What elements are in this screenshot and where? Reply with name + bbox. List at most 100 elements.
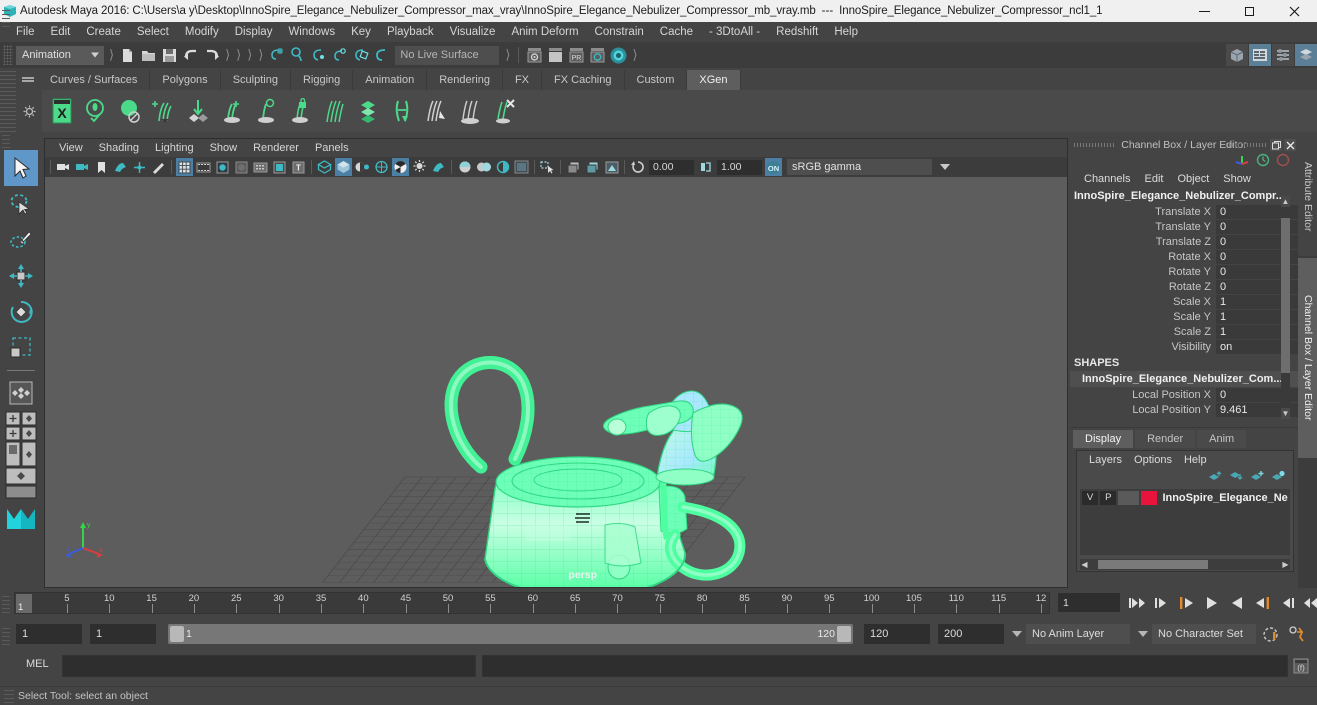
select-tool-icon[interactable]	[4, 150, 38, 186]
layer-color-swatch[interactable]	[1141, 490, 1158, 505]
two-sided-lighting-icon[interactable]	[475, 158, 492, 176]
layer-menu-help[interactable]: Help	[1178, 454, 1213, 466]
command-input-field[interactable]	[62, 655, 476, 677]
shelf-tab-animation[interactable]: Animation	[353, 70, 428, 90]
attribute-row-rotate-z[interactable]: Rotate Z 0	[1070, 279, 1298, 294]
snap-view-plane-icon[interactable]	[350, 45, 371, 66]
xray-joints-icon[interactable]	[354, 158, 371, 176]
menu-modify[interactable]: Modify	[177, 24, 227, 40]
panel-grip-right[interactable]	[1226, 143, 1266, 147]
layer-playback-toggle[interactable]: P	[1100, 490, 1117, 505]
command-line-grip[interactable]	[2, 7, 10, 27]
menu-file[interactable]: File	[8, 24, 43, 40]
shelf-tab-rendering[interactable]: Rendering	[427, 70, 503, 90]
shelf-tab-fx-caching[interactable]: FX Caching	[542, 70, 625, 90]
gamma-field[interactable]: 1.00	[717, 159, 762, 175]
shelf-tab-custom[interactable]: Custom	[624, 70, 688, 90]
display-playback-icon[interactable]: PR	[566, 45, 587, 66]
range-start-handle[interactable]	[170, 626, 184, 642]
render-view-icon[interactable]	[608, 45, 629, 66]
snap-curve-icon[interactable]	[287, 45, 308, 66]
xgen-lock-description-icon[interactable]	[284, 94, 316, 128]
menu-anim-deform[interactable]: Anim Deform	[503, 24, 586, 40]
time-slider-track[interactable]: 1 5 10 15 20 25 30 35 40 45 50 55 60 65 70 75 80 85 90 95 1…	[14, 592, 1050, 614]
toolbar-divider-3[interactable]: ⟩	[236, 47, 241, 63]
play-backwards-icon[interactable]	[1201, 592, 1223, 614]
channel-box-scroll-thumb[interactable]	[1281, 218, 1290, 373]
viewport-menu-lighting[interactable]: Lighting	[147, 142, 202, 154]
exposure-field[interactable]: 0.00	[649, 159, 694, 175]
channel-box-menu-edit[interactable]: Edit	[1138, 173, 1169, 185]
layer-row[interactable]: V P InnoSpire_Elegance_Neb	[1080, 489, 1290, 506]
menu-3dtoall[interactable]: - 3DtoAll -	[701, 24, 768, 40]
layer-list[interactable]: V P InnoSpire_Elegance_Neb	[1080, 489, 1290, 555]
xgen-modifier-icon[interactable]	[386, 94, 418, 128]
maximize-button[interactable]	[1227, 0, 1272, 22]
command-output-field[interactable]	[482, 655, 1288, 677]
go-to-end-icon[interactable]	[1301, 592, 1317, 614]
playback-end-time-field[interactable]: 120	[864, 624, 930, 644]
layer-tab-display[interactable]: Display	[1073, 430, 1134, 448]
toolbar-divider-6[interactable]: ⟩	[505, 47, 510, 63]
axis-triad-icon[interactable]	[1234, 153, 1250, 170]
xgen-guides-icon[interactable]	[318, 94, 350, 128]
move-layer-up-icon[interactable]	[1208, 470, 1222, 485]
gamma-reset-icon[interactable]	[697, 158, 714, 176]
range-slider-grip[interactable]	[2, 625, 10, 645]
layer-list-horizontal-scrollbar[interactable]: ◀ ▶	[1080, 559, 1290, 570]
color-management-dropdown[interactable]: sRGB gamma	[787, 159, 950, 175]
default-light-icon[interactable]	[411, 158, 428, 176]
channel-record-icon[interactable]	[1276, 153, 1290, 170]
channel-speed-icon[interactable]	[1256, 153, 1270, 170]
motion-blur-icon[interactable]: T	[290, 158, 307, 176]
make-live-icon[interactable]	[371, 45, 392, 66]
menu-redshift[interactable]: Redshift	[768, 24, 826, 40]
viewport-menu-renderer[interactable]: Renderer	[245, 142, 307, 154]
wireframe-on-shaded-icon[interactable]	[392, 158, 409, 176]
select-camera-icon[interactable]	[55, 158, 72, 176]
viewport-render-icon[interactable]	[513, 158, 530, 176]
grease-pencil-icon[interactable]	[150, 158, 167, 176]
quick-layout-hypergraph-icon[interactable]	[4, 485, 38, 499]
paint-select-tool-icon[interactable]	[4, 222, 38, 258]
scroll-right-arrow-icon[interactable]: ▶	[1281, 560, 1290, 569]
vtab-channel-box-layer-editor[interactable]: Channel Box / Layer Editor	[1298, 258, 1317, 458]
layer-visibility-toggle[interactable]: V	[1082, 490, 1099, 505]
menu-visualize[interactable]: Visualize	[442, 24, 504, 40]
shelf-tab-xgen[interactable]: XGen	[687, 70, 741, 90]
xgen-groom-brush-icon[interactable]	[420, 94, 452, 128]
xgen-save-groom-icon[interactable]	[182, 94, 214, 128]
undo-icon[interactable]	[180, 45, 201, 66]
attribute-row-local-position-x[interactable]: Local Position X 0	[1070, 387, 1298, 402]
script-editor-icon[interactable]: (f)	[1292, 656, 1310, 676]
panel-close-button[interactable]	[1284, 139, 1296, 151]
toolbar-divider-2[interactable]: ⟩	[225, 47, 230, 63]
animation-end-time-field[interactable]: 200	[938, 624, 1004, 644]
menu-help[interactable]: Help	[826, 24, 866, 40]
snap-projected-center-icon[interactable]	[329, 45, 350, 66]
menu-key[interactable]: Key	[343, 24, 379, 40]
current-time-field[interactable]: 1	[1058, 593, 1120, 612]
show-hide-attribute-editor-button[interactable]	[1249, 44, 1271, 66]
go-to-start-icon[interactable]	[1126, 592, 1148, 614]
layer-scroll-thumb[interactable]	[1098, 560, 1208, 569]
step-forward-key-icon[interactable]	[1251, 592, 1273, 614]
quick-layout-four-view-icon[interactable]	[4, 411, 38, 441]
use-all-lights-icon[interactable]	[233, 158, 250, 176]
menu-create[interactable]: Create	[78, 24, 129, 40]
new-layer-icon[interactable]	[1250, 470, 1264, 485]
shelf-menu-icon[interactable]	[18, 70, 38, 90]
xgen-delete-guides-icon[interactable]	[488, 94, 520, 128]
isolate-select-add-icon[interactable]	[584, 158, 601, 176]
xgen-primitives-icon[interactable]	[352, 94, 384, 128]
shelf-tab-rigging[interactable]: Rigging	[290, 70, 354, 90]
attribute-row-rotate-y[interactable]: Rotate Y 0	[1070, 264, 1298, 279]
xgen-delete-description-icon[interactable]	[114, 94, 146, 128]
attribute-row-local-position-y[interactable]: Local Position Y 9.461	[1070, 402, 1298, 417]
attribute-row-scale-y[interactable]: Scale Y 1	[1070, 309, 1298, 324]
shelf-tab-polygons[interactable]: Polygons	[150, 70, 221, 90]
display-object-icon[interactable]	[545, 45, 566, 66]
display-render-layer-icon[interactable]	[524, 45, 545, 66]
toolbar-divider-7[interactable]: ⟩	[632, 47, 637, 63]
command-language-label[interactable]: MEL	[26, 658, 49, 670]
